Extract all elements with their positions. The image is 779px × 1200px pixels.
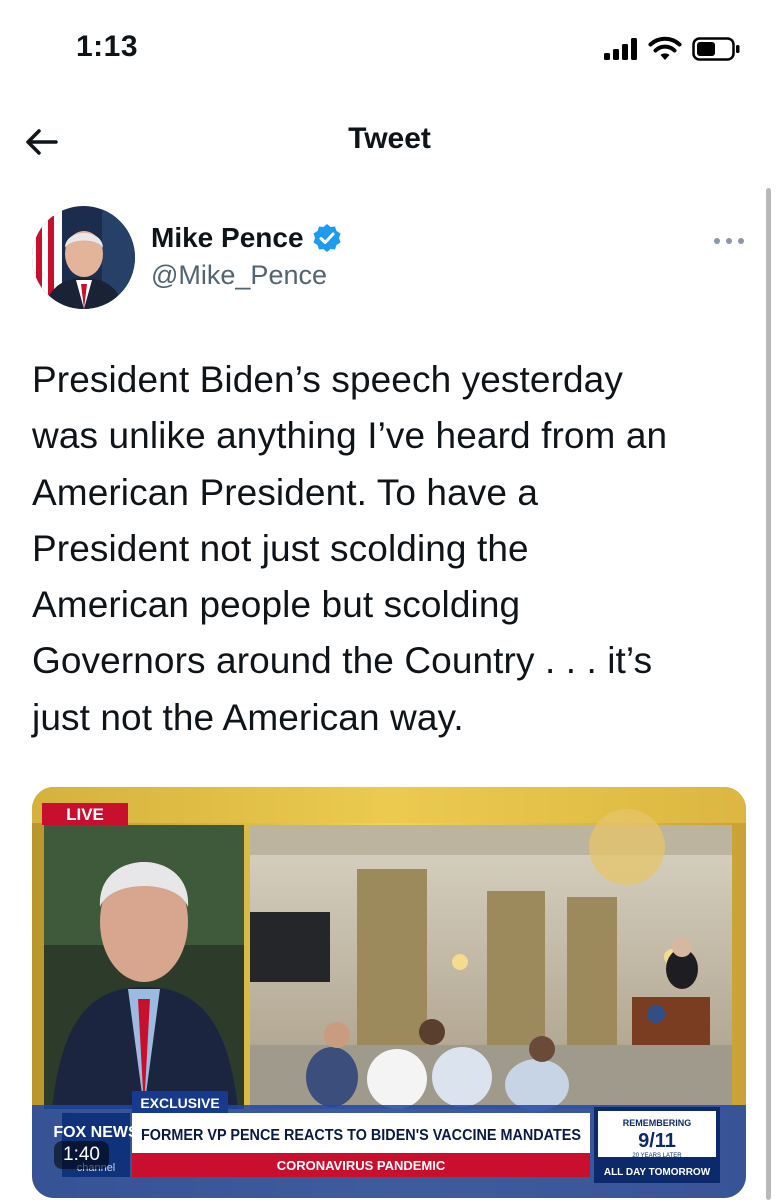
more-options-icon[interactable] bbox=[712, 236, 746, 246]
scrollbar[interactable] bbox=[766, 188, 771, 1200]
wifi-icon bbox=[648, 36, 682, 60]
author-name-row: Mike Pence bbox=[151, 222, 342, 254]
nav-header: Tweet bbox=[0, 104, 779, 174]
network-logo: FOX NEWS bbox=[53, 1124, 139, 1141]
video-subheadline: CORONAVIRUS PANDEMIC bbox=[277, 1158, 446, 1173]
side-top-text: REMEMBERING bbox=[623, 1118, 692, 1128]
status-bar: 1:13 bbox=[0, 0, 779, 100]
battery-icon bbox=[692, 37, 740, 61]
author-handle[interactable]: @Mike_Pence bbox=[151, 260, 327, 291]
video-duration-label: 1:40 bbox=[63, 1144, 100, 1165]
avatar[interactable] bbox=[32, 206, 135, 309]
page-title: Tweet bbox=[348, 122, 431, 155]
author-name[interactable]: Mike Pence bbox=[151, 222, 304, 254]
status-time: 1:13 bbox=[76, 30, 139, 63]
verified-badge-icon bbox=[313, 224, 341, 252]
exclusive-tag: EXCLUSIVE bbox=[140, 1095, 219, 1111]
side-bottom-text: ALL DAY TOMORROW bbox=[604, 1167, 711, 1178]
video-headline: FORMER VP PENCE REACTS TO BIDEN'S VACCIN… bbox=[141, 1127, 581, 1144]
video-duration: 1:40 bbox=[54, 1141, 109, 1169]
side-small-text: 20 YEARS LATER bbox=[632, 1153, 682, 1159]
tweet-text: President Biden’s speech yesterday was u… bbox=[32, 359, 668, 738]
live-tag: LIVE bbox=[66, 805, 104, 824]
side-main-text: 9/11 bbox=[638, 1130, 676, 1152]
video-player[interactable]: LIVE EXCLUSIVE FORMER VP PENCE REACTS TO… bbox=[32, 787, 746, 1198]
video-frame: LIVE EXCLUSIVE FORMER VP PENCE REACTS TO… bbox=[32, 787, 746, 1198]
cellular-signal-icon bbox=[604, 38, 637, 60]
